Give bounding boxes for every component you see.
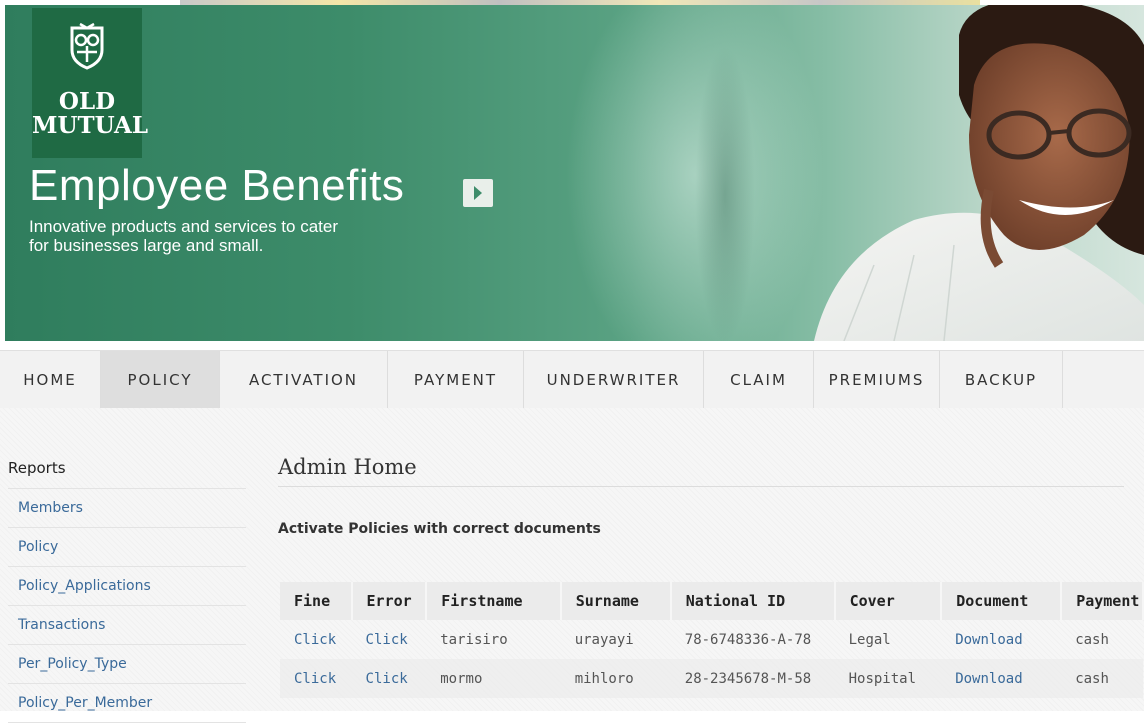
column-header-firstname: Firstname bbox=[426, 582, 562, 620]
nav-backup[interactable]: BACKUP bbox=[940, 351, 1063, 408]
nav-underwriter[interactable]: UNDERWRITER bbox=[524, 351, 704, 408]
main-panel: Admin Home Activate Policies with correc… bbox=[278, 448, 1144, 698]
national-id-cell: 28-2345678-M-58 bbox=[670, 659, 835, 698]
cover-cell: Hospital bbox=[834, 659, 942, 698]
payment-cell: cash bbox=[1061, 659, 1143, 698]
fine-click-link[interactable]: Click bbox=[280, 620, 352, 659]
download-link[interactable]: Download bbox=[955, 671, 1022, 687]
crest-emblem-icon bbox=[70, 22, 104, 70]
banner-background-figure bbox=[695, 45, 755, 341]
table-header-row: Fine Error Firstname Surname National ID… bbox=[280, 582, 1144, 620]
error-link[interactable]: Click bbox=[366, 632, 408, 648]
nav-filler bbox=[1063, 351, 1144, 408]
fine-link[interactable]: Click bbox=[294, 671, 336, 687]
sidebar-link-members[interactable]: Members bbox=[8, 489, 246, 528]
cover-cell: Legal bbox=[848, 631, 891, 648]
content-area: Reports Members Policy Policy_Applicatio… bbox=[0, 408, 1144, 723]
banner-subline-2: for businesses large and small. bbox=[29, 236, 264, 255]
policies-table: Fine Error Firstname Surname National ID… bbox=[280, 582, 1144, 698]
banner-headline: Employee Benefits bbox=[29, 161, 405, 210]
column-header-payment: Payment bbox=[1061, 582, 1144, 620]
column-header-error: Error bbox=[351, 582, 428, 620]
headline-arrow-button[interactable] bbox=[463, 179, 493, 207]
smiling-woman-photo bbox=[814, 5, 1144, 341]
document-cell[interactable]: Download bbox=[941, 659, 1062, 698]
page-title: Admin Home bbox=[278, 448, 1124, 487]
column-header-cover: Cover bbox=[834, 582, 943, 620]
column-header-national-id: National ID bbox=[670, 582, 836, 620]
fine-link[interactable]: Click bbox=[294, 632, 336, 648]
column-header-document: Document bbox=[941, 582, 1063, 620]
hero-banner: OLD MUTUAL Employee Benefits Innovative … bbox=[5, 5, 1144, 341]
nav-payment[interactable]: PAYMENT bbox=[388, 351, 524, 408]
surname-cell: urayayi bbox=[574, 631, 634, 648]
table-row: Click Click tarisiro urayayi 78-6748336-… bbox=[280, 620, 1143, 659]
sidebar-link-transactions[interactable]: Transactions bbox=[8, 606, 246, 645]
sidebar-link-policy-applications[interactable]: Policy_Applications bbox=[8, 567, 246, 606]
chevron-right-icon bbox=[474, 186, 482, 200]
surname-cell: mihloro bbox=[560, 659, 671, 698]
section-title: Activate Policies with correct documents bbox=[278, 521, 601, 537]
reports-sidebar: Reports Members Policy Policy_Applicatio… bbox=[8, 452, 246, 723]
fine-click-link[interactable]: Click bbox=[280, 659, 352, 698]
logo-line-old: OLD bbox=[58, 88, 116, 115]
banner-subline: Innovative products and services to cate… bbox=[29, 217, 338, 255]
column-header-surname: Surname bbox=[560, 582, 672, 620]
column-header-fine: Fine bbox=[280, 582, 353, 620]
table-row: Click Click mormo mihloro 28-2345678-M-5… bbox=[280, 659, 1143, 698]
sidebar-link-policy-per-member[interactable]: Policy_Per_Member bbox=[8, 684, 246, 723]
document-cell[interactable]: Download bbox=[941, 620, 1061, 659]
main-nav: HOME POLICY ACTIVATION PAYMENT UNDERWRIT… bbox=[0, 350, 1144, 409]
logo-wordmark: OLD MUTUAL bbox=[32, 88, 148, 139]
banner-subline-1: Innovative products and services to cate… bbox=[29, 217, 338, 236]
download-link[interactable]: Download bbox=[955, 632, 1022, 648]
sidebar-link-policy[interactable]: Policy bbox=[8, 528, 246, 567]
error-click-link[interactable]: Click bbox=[352, 620, 427, 659]
error-link[interactable]: Click bbox=[366, 671, 408, 687]
national-id-cell: 78-6748336-A-78 bbox=[684, 631, 812, 648]
nav-policy[interactable]: POLICY bbox=[101, 351, 220, 408]
firstname-cell: mormo bbox=[426, 659, 561, 698]
payment-cell: cash bbox=[1075, 631, 1109, 648]
nav-premiums[interactable]: PREMIUMS bbox=[814, 351, 940, 408]
error-click-link[interactable]: Click bbox=[351, 659, 427, 698]
nav-claim[interactable]: CLAIM bbox=[704, 351, 814, 408]
old-mutual-logo[interactable]: OLD MUTUAL bbox=[32, 8, 148, 158]
firstname-cell: tarisiro bbox=[440, 631, 508, 648]
nav-home[interactable]: HOME bbox=[0, 351, 101, 408]
sidebar-link-per-policy-type[interactable]: Per_Policy_Type bbox=[8, 645, 246, 684]
nav-activation[interactable]: ACTIVATION bbox=[220, 351, 388, 408]
logo-line-mutual: MUTUAL bbox=[32, 112, 148, 139]
sidebar-title: Reports bbox=[8, 448, 246, 489]
